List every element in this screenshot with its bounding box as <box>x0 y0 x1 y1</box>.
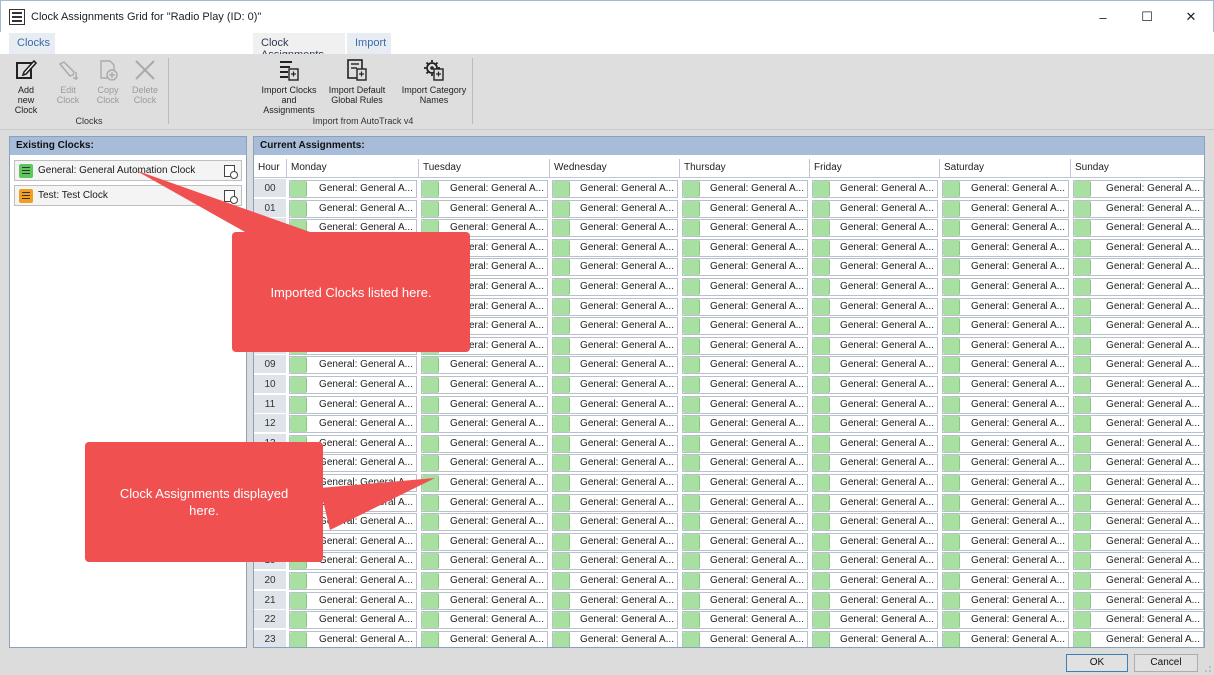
assignments-callout: Clock Assignments displayed here. <box>85 442 323 562</box>
clocks-callout: Imported Clocks listed here. <box>232 232 470 352</box>
resize-grip-icon[interactable] <box>1204 665 1212 673</box>
assignments-callout-pointer <box>320 478 435 530</box>
clocks-callout-pointer <box>135 170 310 232</box>
callout-pointers <box>135 170 435 530</box>
cancel-button[interactable]: Cancel <box>1134 654 1198 672</box>
ok-button[interactable]: OK <box>1066 654 1128 672</box>
